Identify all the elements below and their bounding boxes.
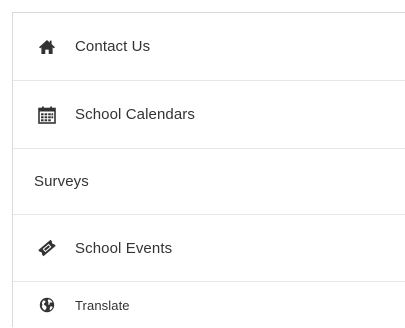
calendar-icon — [38, 106, 56, 124]
menu-item-surveys[interactable]: Surveys — [13, 149, 405, 215]
menu-item-label: Surveys — [34, 173, 89, 190]
ticket-icon — [38, 239, 56, 257]
home-icon — [38, 38, 56, 56]
menu-item-label: Contact Us — [75, 38, 151, 55]
menu-item-label: School Calendars — [75, 106, 196, 123]
menu-item-label: School Events — [75, 239, 173, 257]
sidebar-menu: Contact Us School Calendars Surveys Scho… — [12, 12, 405, 327]
menu-item-contact-us[interactable]: Contact Us — [13, 13, 405, 81]
menu-item-translate[interactable]: Translate — [13, 282, 405, 328]
menu-item-label: Translate — [75, 297, 130, 313]
globe-icon — [38, 296, 56, 314]
menu-item-school-events[interactable]: School Events — [13, 215, 405, 282]
menu-item-school-calendars[interactable]: School Calendars — [13, 81, 405, 149]
